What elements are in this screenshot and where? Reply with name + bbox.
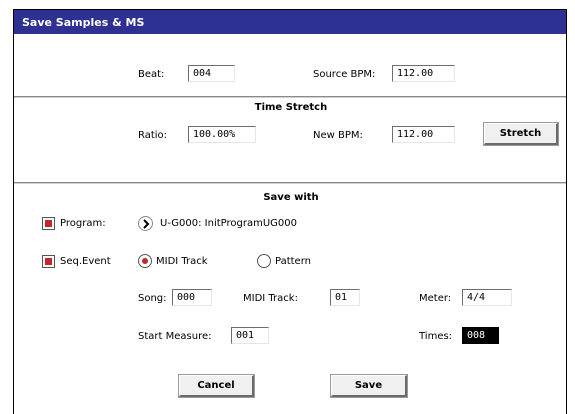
program-checkbox[interactable] — [42, 217, 55, 230]
midi-track-label: MIDI Track: — [243, 293, 298, 304]
save-button[interactable]: Save — [330, 374, 408, 398]
midi-track-field[interactable]: 01 — [330, 289, 360, 306]
cancel-button[interactable]: Cancel — [178, 374, 255, 398]
program-label: Program: — [60, 218, 106, 229]
meter-label: Meter: — [419, 293, 452, 304]
times-label: Times: — [419, 331, 453, 342]
dialog-title: Save Samples & MS — [14, 10, 566, 34]
start-measure-field[interactable]: 001 — [231, 327, 269, 344]
program-value[interactable]: U-G000: InitProgramUG000 — [160, 218, 297, 229]
stretch-button[interactable]: Stretch — [483, 122, 559, 146]
beat-field[interactable]: 004 — [188, 65, 235, 82]
save-samples-dialog: Save Samples & MS Beat: 004 Source BPM: … — [13, 9, 567, 414]
song-field[interactable]: 000 — [172, 289, 212, 306]
start-measure-label: Start Measure: — [138, 331, 212, 342]
times-field[interactable]: 008 — [462, 327, 499, 344]
midi-track-radio[interactable] — [138, 254, 152, 268]
pattern-option-label: Pattern — [275, 256, 311, 267]
ratio-field[interactable]: 100.00% — [188, 126, 256, 143]
source-bpm-label: Source BPM: — [313, 69, 376, 80]
ratio-label: Ratio: — [138, 130, 168, 141]
new-bpm-field[interactable]: 112.00 — [392, 126, 455, 143]
meter-field[interactable]: 4/4 — [462, 289, 512, 306]
song-label: Song: — [138, 293, 167, 304]
save-with-title: Save with — [263, 192, 319, 203]
new-bpm-label: New BPM: — [313, 130, 363, 141]
pattern-radio[interactable] — [257, 254, 271, 268]
time-stretch-title: Time Stretch — [254, 102, 328, 113]
source-bpm-field[interactable]: 112.00 — [392, 65, 455, 82]
seq-event-checkbox[interactable] — [42, 255, 55, 268]
seq-event-label: Seq.Event — [60, 256, 111, 267]
midi-track-option-label: MIDI Track — [156, 256, 208, 267]
chevron-right-icon[interactable] — [138, 216, 153, 231]
divider — [14, 96, 566, 98]
beat-label: Beat: — [138, 69, 165, 80]
divider — [14, 182, 566, 184]
